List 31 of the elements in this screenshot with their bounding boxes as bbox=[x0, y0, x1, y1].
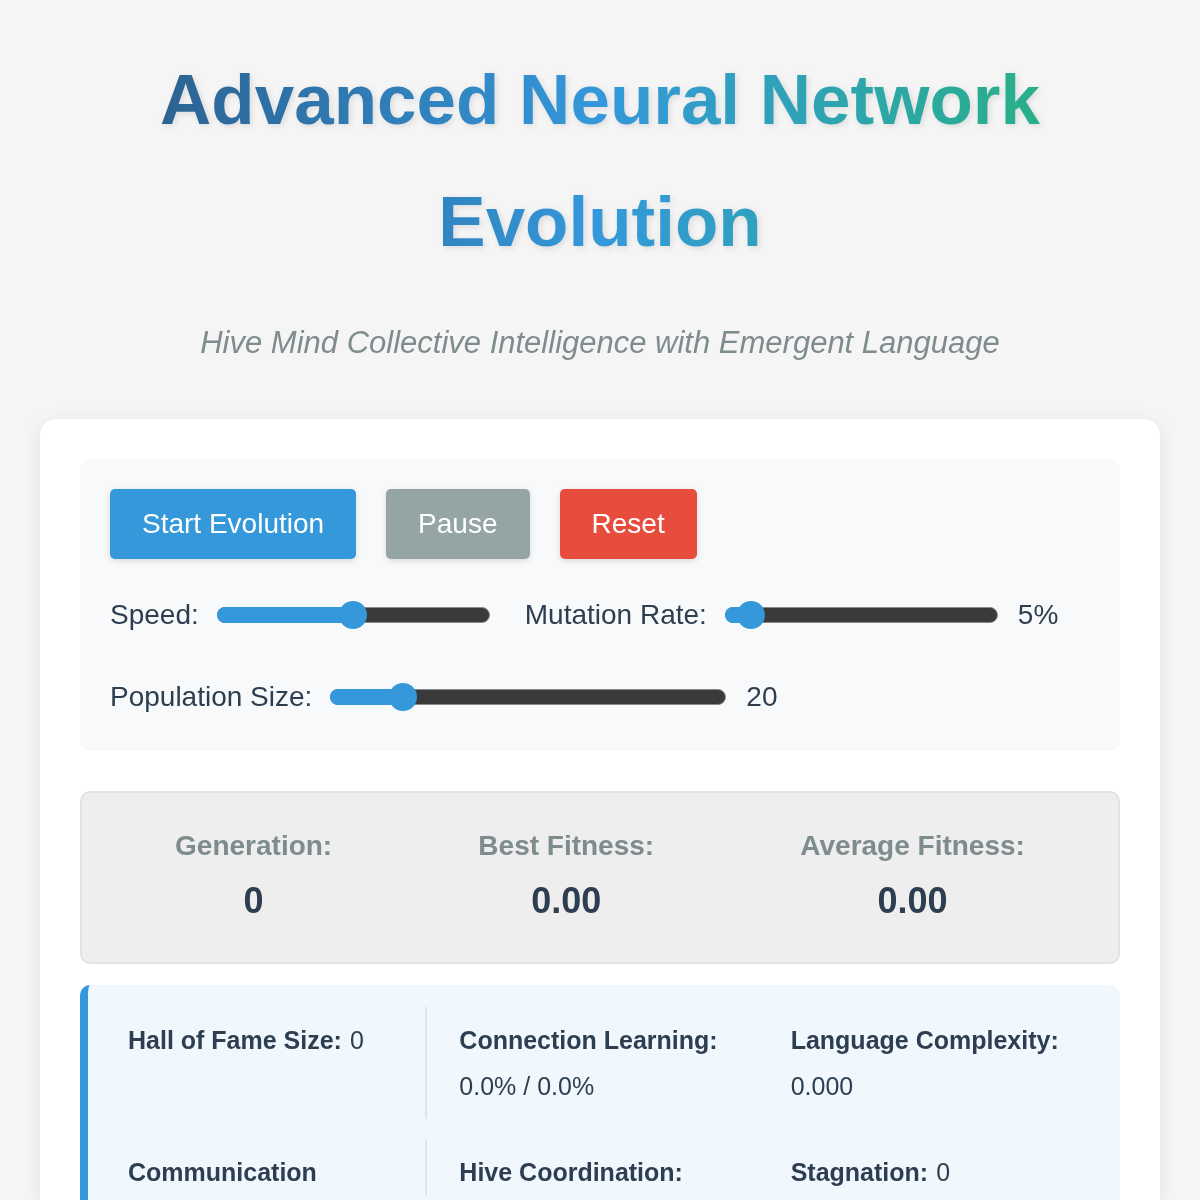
stat-label: Generation: bbox=[175, 829, 333, 863]
metric-label: Hall of Fame Size: bbox=[128, 1026, 342, 1054]
stat-value: 0 bbox=[242, 879, 265, 923]
page-subtitle: Hive Mind Collective Intelligence with Emergent Language bbox=[199, 324, 1001, 362]
stat-label: Average Fitness: bbox=[800, 829, 1025, 863]
metric-value: 0 bbox=[936, 1157, 951, 1188]
start-button[interactable]: Start Evolution bbox=[110, 489, 357, 559]
metric-label: Stagnation: bbox=[790, 1158, 929, 1186]
pause-button[interactable]: Pause bbox=[386, 489, 530, 559]
slider-value: 20 bbox=[746, 681, 778, 713]
slider-track[interactable] bbox=[216, 601, 490, 629]
slider-track[interactable] bbox=[724, 601, 998, 629]
stat-value: 0.00 bbox=[530, 879, 603, 923]
reset-button[interactable]: Reset bbox=[559, 489, 697, 559]
metric-value: 0.0% / 0.0% bbox=[459, 1071, 595, 1102]
slider-value: 5% bbox=[1017, 599, 1059, 631]
slider-thumb[interactable] bbox=[389, 683, 418, 711]
metric-value: 0 bbox=[349, 1025, 364, 1056]
metric-label: Connection Learning: bbox=[459, 1026, 718, 1054]
metric-label: Language Complexity: bbox=[790, 1026, 1059, 1054]
slider-label: Mutation Rate: bbox=[524, 599, 707, 631]
stat-label: Best Fitness: bbox=[478, 829, 655, 863]
slider-thumb[interactable] bbox=[339, 601, 368, 629]
slider-thumb[interactable] bbox=[737, 601, 766, 629]
stat-value: 0.00 bbox=[876, 879, 949, 923]
metric-value: 0.000 bbox=[790, 1071, 854, 1102]
slider-label: Speed: bbox=[110, 599, 199, 631]
slider-label: Population Size: bbox=[110, 681, 313, 713]
metric-label: Communication bbox=[128, 1158, 317, 1186]
metric-label: Hive Coordination: bbox=[459, 1158, 683, 1186]
slider-track[interactable] bbox=[330, 683, 727, 711]
